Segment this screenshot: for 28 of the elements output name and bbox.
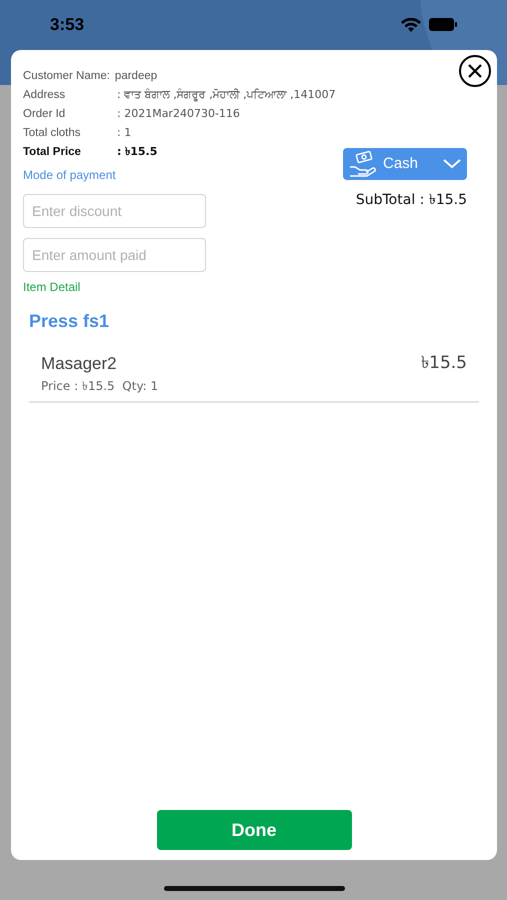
payment-dropdown[interactable]: Cash xyxy=(343,148,467,180)
chevron-down-icon xyxy=(443,159,461,169)
detail-value: pardeep xyxy=(114,69,158,84)
detail-value: : ਵਾਤ ਬੰਗਾਲ ,ਸੰਗਰੂਰ ,ਮੋਹਾਲੀ ,ਪਟਿਆਲਾ ,141007 xyxy=(117,87,336,103)
hand-money-icon xyxy=(349,151,377,177)
detail-value: : 2021Mar240730-116 xyxy=(117,106,240,122)
detail-value: : 1 xyxy=(117,125,132,141)
close-icon xyxy=(467,63,483,79)
discount-field[interactable]: Enter discount xyxy=(23,194,206,228)
detail-label: Total cloths xyxy=(23,126,82,141)
detail-label: Address xyxy=(23,88,66,103)
status-time: 3:53 xyxy=(50,14,84,36)
detail-label: Customer Name: xyxy=(23,69,110,84)
detail-label: Total Price xyxy=(23,145,82,160)
subtotal-text: SubTotal : ৳15.5 xyxy=(356,191,467,210)
item-total: ৳15.5 xyxy=(421,352,467,375)
detail-value: : ৳15.5 xyxy=(117,144,158,160)
amount-paid-field[interactable]: Enter amount paid xyxy=(23,238,206,272)
payment-mode-label: Mode of payment xyxy=(23,167,117,184)
item-name: Masager2 xyxy=(41,353,118,375)
wifi-icon xyxy=(401,18,421,32)
item-detail: Price : ৳15.5 Qty: 1 xyxy=(41,378,158,394)
detail-label: Order Id xyxy=(23,107,66,122)
item-detail-label: Item Detail xyxy=(23,279,82,296)
done-button[interactable]: Done xyxy=(156,810,352,850)
battery-icon xyxy=(429,18,457,32)
close-button[interactable] xyxy=(459,55,491,87)
shop-name: Press fs1 xyxy=(29,310,110,333)
